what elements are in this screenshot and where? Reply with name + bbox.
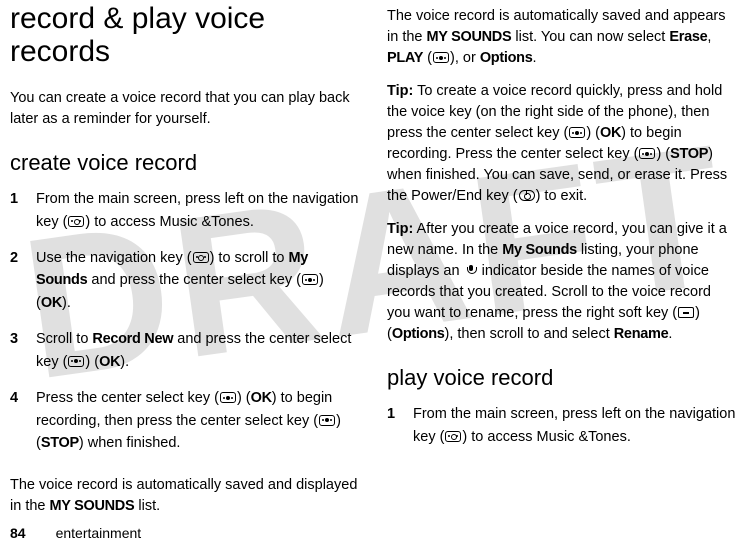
page-number: 84 (10, 525, 26, 541)
text: , (707, 29, 711, 45)
step-1: 1 From the main screen, press left on th… (10, 188, 359, 233)
erase-label: Erase (669, 29, 707, 45)
step-4: 4 Press the center select key () (OK) to… (10, 387, 359, 454)
my-sounds-label: My Sounds (502, 242, 577, 258)
text: ( (423, 50, 432, 66)
text: ) when finished. (79, 435, 181, 451)
step-number: 4 (10, 387, 22, 454)
center-key-icon (319, 415, 335, 426)
step-text: Use the navigation key () to scroll to M… (36, 247, 359, 314)
nav-key-icon (445, 431, 461, 442)
step-number: 2 (10, 247, 22, 314)
text: ). (120, 354, 129, 370)
center-key-icon (433, 52, 449, 63)
my-sounds-list-label: MY SOUNDS (427, 29, 512, 45)
rename-label: Rename (614, 326, 669, 342)
ok-label: OK (251, 390, 272, 406)
text: and press the center select key ( (87, 272, 301, 288)
step-1: 1 From the main screen, press left on th… (387, 403, 736, 448)
center-key-icon (220, 392, 236, 403)
intro-text: You can create a voice record that you c… (10, 88, 359, 130)
right-soft-key-icon (678, 307, 694, 318)
step-number: 3 (10, 328, 22, 373)
power-end-key-icon (519, 190, 535, 201)
create-steps: 1 From the main screen, press left on th… (10, 188, 359, 469)
text: ), then scroll to and select (445, 326, 614, 342)
tip-2: Tip: After you create a voice record, yo… (387, 219, 736, 345)
tip-label: Tip: (387, 83, 413, 99)
options-label: Options (480, 50, 533, 66)
center-key-icon (302, 274, 318, 285)
text: Scroll to (36, 331, 92, 347)
text: Press the center select key ( (36, 390, 219, 406)
ok-label: OK (99, 354, 120, 370)
center-key-icon (68, 356, 84, 367)
step-text: Press the center select key () (OK) to b… (36, 387, 359, 454)
text: ) ( (656, 146, 670, 162)
step-number: 1 (10, 188, 22, 233)
stop-label: STOP (670, 146, 708, 162)
left-column: record & play voice records You can crea… (10, 0, 359, 547)
nav-key-icon (68, 216, 84, 227)
text: list. (134, 498, 160, 514)
play-steps: 1 From the main screen, press left on th… (387, 403, 736, 462)
heading-create: create voice record (10, 150, 359, 176)
text: ). (62, 295, 71, 311)
step-3: 3 Scroll to Record New and press the cen… (10, 328, 359, 373)
text: list. You can now select (511, 29, 669, 45)
step-text: Scroll to Record New and press the cente… (36, 328, 359, 373)
section-name: entertainment (56, 525, 142, 541)
text: ) to access Music &Tones. (85, 214, 253, 230)
microphone-icon (465, 265, 477, 277)
options-label: Options (392, 326, 445, 342)
text: ) ( (85, 354, 99, 370)
record-new-label: Record New (92, 331, 173, 347)
page-content: record & play voice records You can crea… (0, 0, 754, 547)
nav-key-icon (193, 252, 209, 263)
text: . (668, 326, 672, 342)
tip-label: Tip: (387, 221, 413, 237)
text: . (532, 50, 536, 66)
text: Use the navigation key ( (36, 250, 192, 266)
center-key-icon (569, 127, 585, 138)
outro-text: The voice record is automatically saved … (10, 475, 359, 517)
stop-label: STOP (41, 435, 79, 451)
step-text: From the main screen, press left on the … (413, 403, 736, 448)
step-2: 2 Use the navigation key ( ) to scroll to… (10, 247, 359, 314)
page-footer: 84 entertainment (10, 525, 141, 541)
step-text: From the main screen, press left on the … (36, 188, 359, 233)
text: ) ( (586, 125, 600, 141)
ok-label: OK (600, 125, 621, 141)
center-key-icon (639, 148, 655, 159)
text: ) to access Music &Tones. (462, 429, 630, 445)
text: ) to exit. (536, 188, 588, 204)
text: ) ( (237, 390, 251, 406)
my-sounds-list-label: MY SOUNDS (50, 498, 135, 514)
play-label: PLAY (387, 50, 423, 66)
right-column: The voice record is automatically saved … (387, 0, 736, 547)
step-number: 1 (387, 403, 399, 448)
heading-record-play: record & play voice records (10, 2, 359, 68)
ok-label: OK (41, 295, 62, 311)
text: ), or (450, 50, 480, 66)
text: ) to scroll to (210, 250, 289, 266)
heading-play: play voice record (387, 365, 736, 391)
tip-1: Tip: To create a voice record quickly, p… (387, 81, 736, 207)
saved-paragraph: The voice record is automatically saved … (387, 6, 736, 69)
